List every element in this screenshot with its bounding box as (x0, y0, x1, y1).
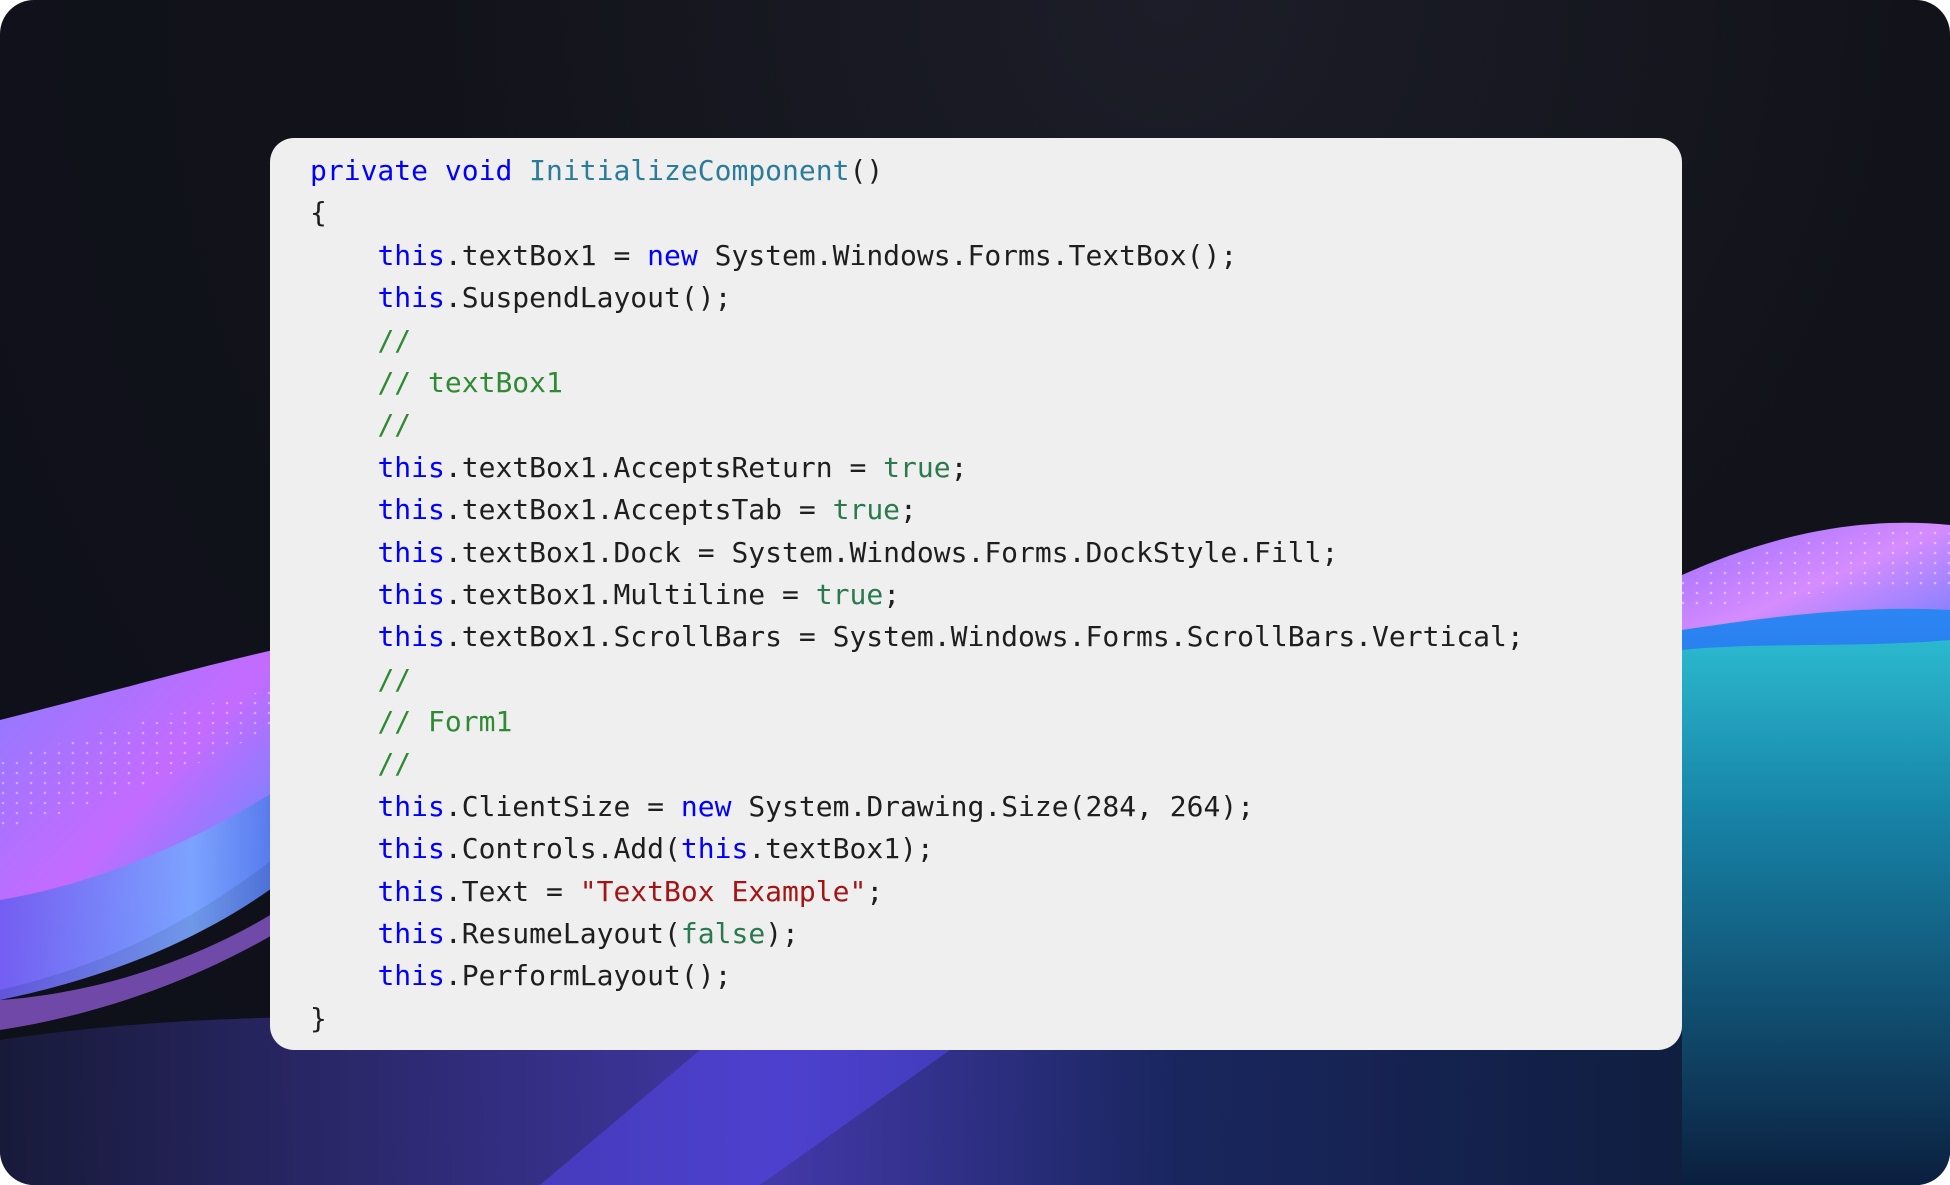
code-comment-line: // (377, 747, 412, 781)
code-line: this.ClientSize = new System.Drawing.Siz… (377, 789, 1255, 823)
code-line: private void InitializeComponent() (310, 154, 884, 187)
code-line: this.textBox1.Multiline = true; (377, 577, 901, 611)
code-line: this.Text = "TextBox Example"; (377, 874, 884, 908)
code-comment-line: // textBox1 (377, 365, 563, 399)
code-snippet-panel: private void InitializeComponent() { this… (270, 138, 1682, 1050)
code-line: this.textBox1.AcceptsReturn = true; (377, 450, 968, 484)
code-comment-line: // (377, 662, 412, 696)
code-comment-line: // (377, 408, 412, 442)
screenshot-frame: private void InitializeComponent() { this… (0, 0, 1950, 1185)
code-comment-line: // (377, 323, 412, 357)
code-line: this.textBox1.ScrollBars = System.Window… (377, 620, 1524, 654)
code-line: this.PerformLayout(); (377, 959, 732, 993)
code-line: this.textBox1 = new System.Windows.Forms… (377, 238, 1238, 272)
code-line: this.ResumeLayout(false); (377, 917, 799, 951)
code-line: this.Controls.Add(this.textBox1); (377, 832, 934, 866)
code-line: } (310, 1001, 327, 1035)
code-block: private void InitializeComponent() { this… (310, 150, 1682, 1040)
code-line: this.textBox1.Dock = System.Windows.Form… (377, 535, 1339, 569)
code-line: this.SuspendLayout(); (377, 281, 732, 315)
code-comment-line: // Form1 (377, 705, 513, 739)
code-line: { (310, 196, 327, 230)
code-line: this.textBox1.AcceptsTab = true; (377, 493, 917, 527)
